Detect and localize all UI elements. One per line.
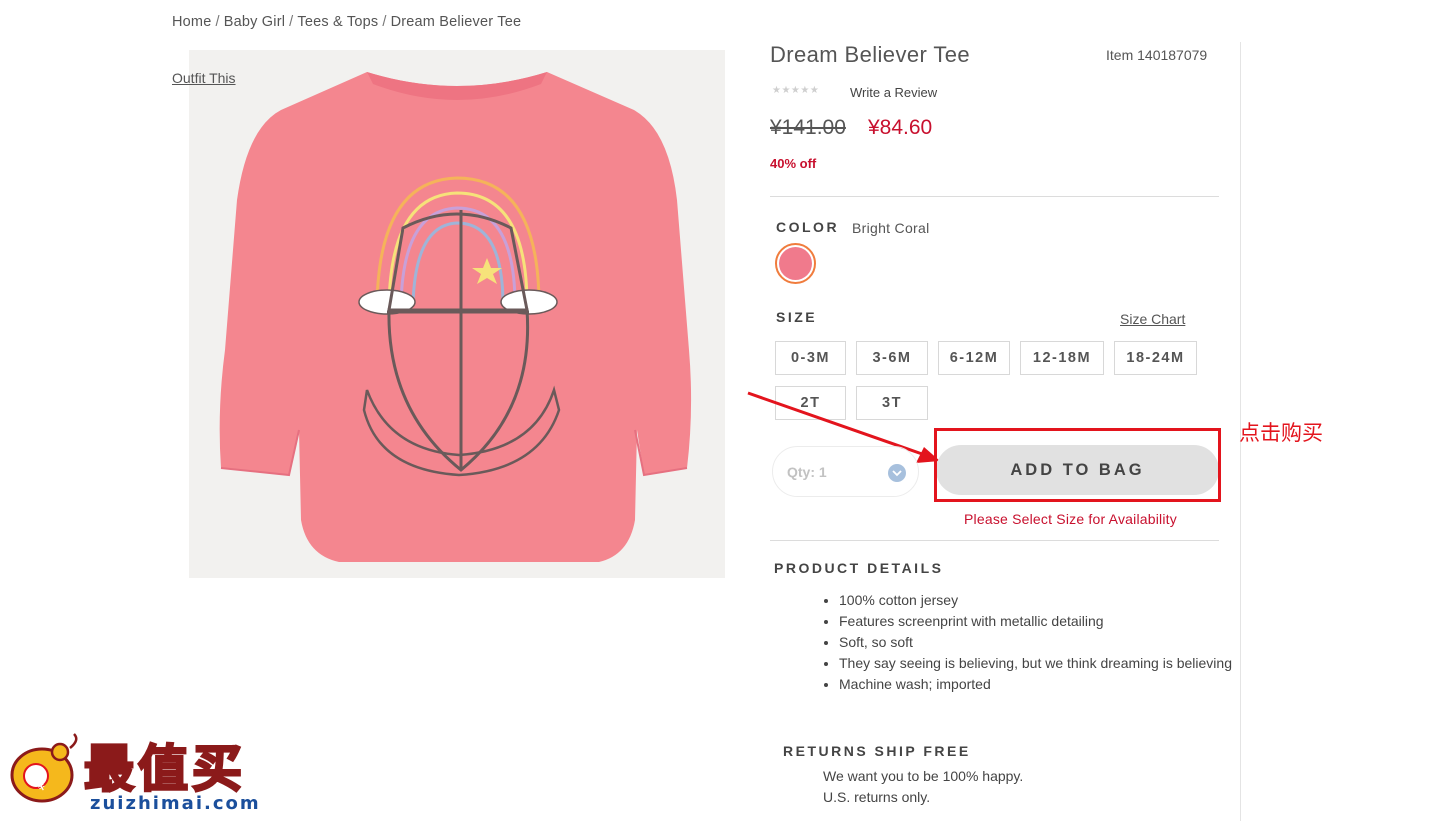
breadcrumb-current: Dream Believer Tee [390,14,522,30]
size-chart-link[interactable]: Size Chart [1120,311,1185,327]
color-swatch-bright-coral[interactable] [775,243,816,284]
returns-line: We want you to be 100% happy. [823,768,1024,784]
availability-warning: Please Select Size for Availability [964,511,1177,527]
item-number: Item 140187079 [1106,47,1208,63]
returns-line: U.S. returns only. [823,789,931,805]
annotation-label: 点击购买 [1239,421,1323,445]
shirt-illustration [219,72,692,562]
breadcrumb-separator: / [382,14,387,30]
discount-badge: 40% off [770,156,817,171]
breadcrumb: Home / Baby Girl / Tees & Tops / Dream Believe… [172,14,521,30]
watermark-name: 最值买 [84,740,246,798]
size-label: SIZE [776,309,818,325]
size-option-12-18m[interactable]: 12-18M [1020,341,1104,375]
sale-price: ¥84.60 [868,116,933,139]
original-price: ¥141.00 [770,116,846,139]
list-item: Features screenprint with metallic detai… [839,611,1249,632]
size-option-0-3m[interactable]: 0-3M [775,341,846,375]
breadcrumb-home[interactable]: Home [172,14,211,30]
divider [770,196,1219,197]
list-item: Soft, so soft [839,632,1249,653]
annotation-highlight-box [934,428,1221,502]
rating-stars-icon[interactable]: ★★★★★ [772,85,819,96]
product-image[interactable] [189,50,725,578]
write-review-link[interactable]: Write a Review [850,85,937,100]
product-details-heading: PRODUCT DETAILS [774,560,944,576]
size-option-3-6m[interactable]: 3-6M [856,341,928,375]
watermark-domain: zuizhimai.com [90,793,261,814]
product-title: Dream Believer Tee [770,42,970,67]
breadcrumb-tees-tops[interactable]: Tees & Tops [297,14,378,30]
breadcrumb-separator: / [289,14,294,30]
selected-color-name: Bright Coral [852,220,930,236]
quantity-label: Qty: 1 [787,464,827,480]
list-item: Machine wash; imported [839,674,1249,695]
list-item: 100% cotton jersey [839,590,1249,611]
swatch-fill [779,247,812,280]
breadcrumb-baby-girl[interactable]: Baby Girl [224,14,285,30]
color-label: COLOR [776,219,840,235]
divider [770,540,1219,541]
product-details-list: 100% cotton jersey Features screenprint … [819,590,1249,695]
size-option-6-12m[interactable]: 6-12M [938,341,1010,375]
size-option-18-24m[interactable]: 18-24M [1114,341,1197,375]
breadcrumb-separator: / [215,14,220,30]
list-item: They say seeing is believing, but we thi… [839,653,1249,674]
quantity-select[interactable]: Qty: 1 [772,446,919,497]
outfit-this-link[interactable]: Outfit This [172,70,236,86]
chevron-down-icon [888,464,906,482]
returns-text: We want you to be 100% happy. U.S. retur… [823,766,1023,808]
returns-heading: RETURNS SHIP FREE [783,743,971,759]
